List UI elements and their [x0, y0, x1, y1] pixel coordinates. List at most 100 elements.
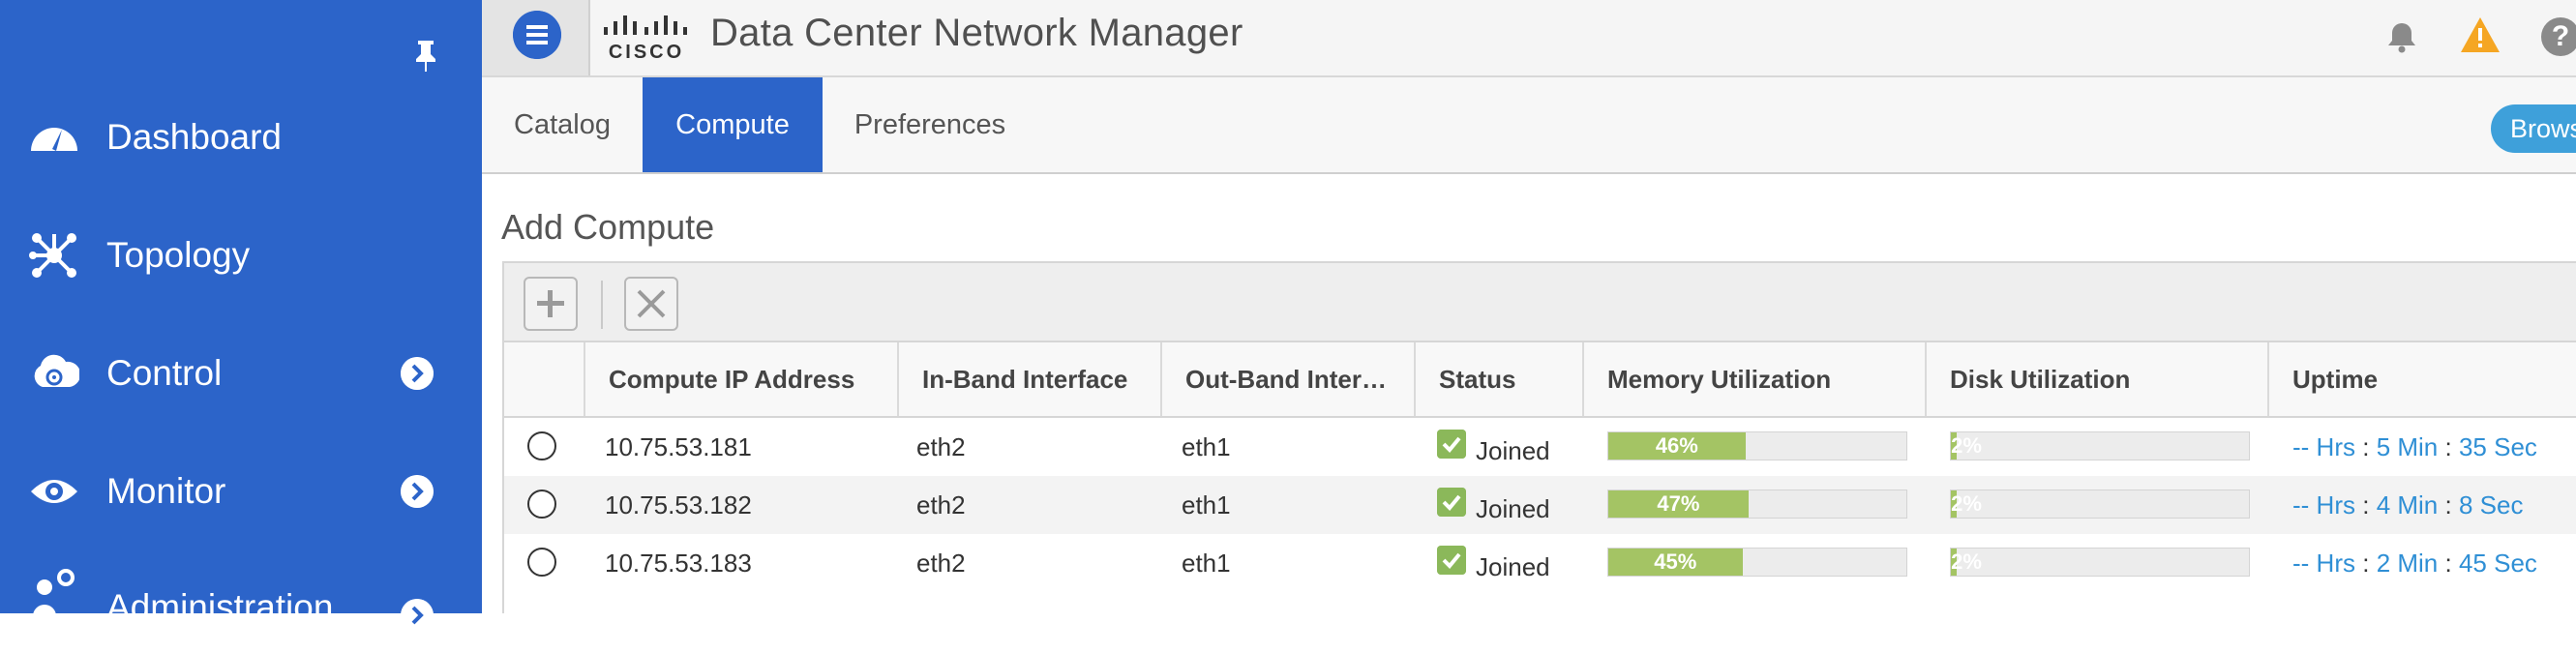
sidebar-item-administration[interactable]: Administration [0, 566, 482, 653]
uptime-minutes: 4 Min [2376, 490, 2439, 519]
cell-status: Joined [1476, 552, 1550, 581]
column-header-inband[interactable]: In-Band Interface [899, 342, 1162, 416]
disk-bar: 2% [1950, 490, 2250, 519]
uptime-separator: : [2362, 549, 2370, 578]
cell-ip: 10.75.53.182 [605, 490, 752, 519]
cell-uptime: -- Hrs : 5 Min : 35 Sec [2292, 418, 2537, 476]
sidebar-item-topology[interactable]: Topology [0, 212, 482, 299]
sidebar-item-monitor[interactable]: Monitor [0, 448, 482, 535]
control-icon [34, 354, 79, 387]
close-icon [637, 289, 666, 318]
cisco-logo: CISCO [602, 14, 691, 63]
sidebar: Dashboard Topology Control Monitor Admin… [0, 0, 482, 632]
bell-icon[interactable] [2382, 17, 2421, 56]
row-select-radio[interactable] [527, 490, 556, 519]
uptime-seconds: 45 Sec [2458, 549, 2537, 578]
column-header-ip[interactable]: Compute IP Address [585, 342, 899, 416]
cell-ip: 10.75.53.181 [605, 432, 752, 461]
cell-inband: eth2 [916, 549, 966, 578]
memory-bar: 45% [1607, 548, 1907, 577]
column-header-status[interactable]: Status [1416, 342, 1584, 416]
cell-outband: eth1 [1182, 490, 1231, 519]
uptime-hours: -- Hrs [2292, 549, 2355, 578]
row-select-radio[interactable] [527, 431, 556, 460]
sidebar-item-label: Control [106, 353, 223, 393]
memory-bar-label: 47% [1657, 491, 1700, 516]
tab-compute[interactable]: Compute [643, 77, 823, 172]
uptime-seconds: 35 Sec [2458, 432, 2537, 461]
section-title: Add Compute [501, 207, 715, 247]
table-row[interactable]: 10.75.53.182 eth2 eth1 Joined 47% 2% -- Hrs : … [504, 476, 2576, 534]
warning-icon[interactable] [2460, 15, 2501, 54]
uptime-separator: : [2444, 549, 2452, 578]
hamburger-menu-icon[interactable] [513, 11, 561, 59]
cell-uptime: -- Hrs : 4 Min : 8 Sec [2292, 476, 2523, 534]
disk-bar-label: 2% [1951, 549, 1982, 574]
delete-button[interactable] [624, 277, 678, 331]
browse-button[interactable]: Browse [2491, 104, 2576, 153]
memory-bar: 47% [1607, 490, 1907, 519]
compute-table: Compute IP Address In-Band Interface Out… [502, 342, 2576, 613]
disk-bar: 2% [1950, 548, 2250, 577]
uptime-separator: : [2362, 490, 2370, 519]
checkmark-icon [1437, 546, 1466, 575]
table-row[interactable]: 10.75.53.183 eth2 eth1 Joined 45% 2% -- Hrs : … [504, 534, 2576, 592]
menu-area [482, 0, 590, 75]
checkmark-icon [1437, 488, 1466, 517]
cell-inband: eth2 [916, 490, 966, 519]
uptime-separator: : [2444, 432, 2452, 461]
uptime-hours: -- Hrs [2292, 432, 2355, 461]
uptime-minutes: 2 Min [2376, 549, 2439, 578]
checkmark-icon [1437, 430, 1466, 459]
sidebar-item-label: Monitor [106, 471, 226, 511]
column-header-uptime[interactable]: Uptime [2269, 342, 2576, 416]
table-row[interactable]: 10.75.53.181 eth2 eth1 Joined 46% 2% -- Hrs : … [504, 418, 2576, 476]
uptime-separator: : [2362, 432, 2370, 461]
add-button[interactable] [524, 277, 578, 331]
table-header: Compute IP Address In-Band Interface Out… [504, 342, 2576, 418]
dashboard-icon [31, 128, 77, 151]
chevron-right-icon[interactable] [401, 599, 434, 632]
column-header-memory[interactable]: Memory Utilization [1584, 342, 1927, 416]
chevron-right-icon[interactable] [401, 357, 434, 390]
eye-icon [31, 480, 77, 503]
tab-preferences[interactable]: Preferences [823, 77, 1037, 172]
column-header-disk[interactable]: Disk Utilization [1927, 342, 2269, 416]
tab-catalog[interactable]: Catalog [482, 77, 643, 172]
cell-outband: eth1 [1182, 432, 1231, 461]
memory-bar-label: 46% [1655, 433, 1698, 458]
cell-status: Joined [1476, 436, 1550, 465]
sidebar-item-label: Dashboard [106, 117, 283, 157]
cell-uptime: -- Hrs : 2 Min : 45 Sec [2292, 534, 2537, 592]
cell-status: Joined [1476, 494, 1550, 523]
uptime-minutes: 5 Min [2376, 432, 2439, 461]
sidebar-item-control[interactable]: Control [0, 330, 482, 417]
cisco-wordmark: CISCO [608, 42, 685, 63]
cell-ip: 10.75.53.183 [605, 549, 752, 578]
chevron-right-icon[interactable] [401, 475, 434, 508]
column-header-outband[interactable]: Out-Band Inter… [1162, 342, 1416, 416]
cisco-bars-icon [604, 15, 687, 35]
app-title: Data Center Network Manager [710, 12, 1243, 54]
cell-outband: eth1 [1182, 549, 1231, 578]
pin-icon[interactable] [406, 35, 445, 74]
memory-bar: 46% [1607, 431, 1907, 460]
table-toolbar [502, 261, 2576, 342]
select-column-header [504, 342, 585, 416]
memory-bar-label: 45% [1654, 549, 1697, 574]
disk-bar-label: 2% [1951, 491, 1982, 516]
row-select-radio[interactable] [527, 548, 556, 577]
uptime-separator: : [2444, 490, 2452, 519]
app-header: CISCO Data Center Network Manager ? [482, 0, 2576, 77]
plus-icon [537, 290, 564, 317]
sidebar-item-label: Administration [106, 587, 334, 627]
topology-icon [29, 233, 76, 278]
sidebar-item-dashboard[interactable]: Dashboard [0, 94, 482, 181]
uptime-seconds: 8 Sec [2458, 490, 2524, 519]
toolbar-divider [601, 281, 603, 329]
sidebar-item-label: Topology [106, 235, 251, 275]
help-icon[interactable]: ? [2541, 17, 2576, 56]
disk-bar: 2% [1950, 431, 2250, 460]
disk-bar-label: 2% [1951, 433, 1982, 458]
uptime-hours: -- Hrs [2292, 490, 2355, 519]
